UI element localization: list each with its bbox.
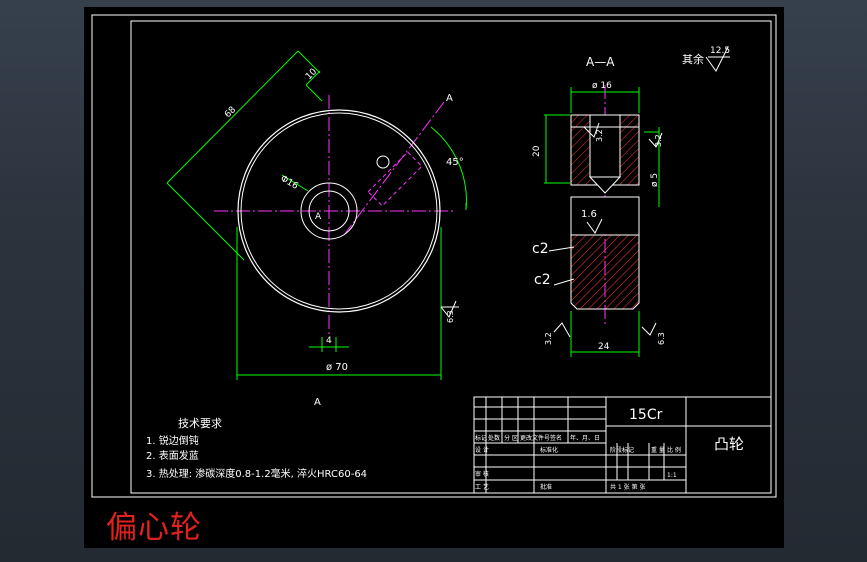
drawing-sheet: 68 10 45° Φ16 ø 70 4 6.3 A A A A—A ø 16 … <box>84 7 784 548</box>
req-item-1: 1. 锐边倒钝 <box>146 434 199 447</box>
sheets-label: 共 1 张 第 张 <box>610 483 645 491</box>
inner-border <box>130 20 772 494</box>
roughness-top-right: 3.2 <box>654 134 663 147</box>
dim-phi70: ø 70 <box>326 362 348 373</box>
roughness-mid: 1.6 <box>581 209 597 220</box>
row-shenhe: 审 核 <box>475 470 489 478</box>
hdr-wenjian: 更改文件号签名 <box>520 434 562 442</box>
hdr-biaoji: 标记 <box>475 434 487 442</box>
chamfer-label-2: c2 <box>534 272 551 288</box>
general-roughness: 其余 12.5 <box>682 46 730 72</box>
hdr-date: 年、月、日 <box>570 434 600 442</box>
dim-68: 68 <box>223 105 238 120</box>
part-name: 凸轮 <box>714 435 744 453</box>
row-biaozhunhua: 标准化 <box>540 446 558 454</box>
hdr-fenqu: 分 区 <box>504 434 518 442</box>
row-sheji: 设 计 <box>475 446 489 454</box>
dim-phi16-side: ø 16 <box>592 81 612 91</box>
dim-angle: 45° <box>446 157 464 168</box>
drawing-caption: 偏心轮 <box>106 510 202 546</box>
bili-label: 比 例 <box>667 446 681 454</box>
dim-24: 24 <box>598 342 610 352</box>
front-view: 68 10 45° Φ16 ø 70 4 6.3 A A A <box>166 50 467 408</box>
cut-label-bottom: A <box>314 397 321 408</box>
roughness-bottom-left: 3.2 <box>544 332 553 345</box>
hdr-chushu: 处数 <box>488 434 500 442</box>
dim-phi5: ø 5 <box>650 173 660 187</box>
tech-requirements: 技术要求 1. 锐边倒钝 2. 表面发蓝 3. 热处理: 渗碳深度0.8-1.2… <box>146 417 367 480</box>
cad-drawing: 68 10 45° Φ16 ø 70 4 6.3 A A A A—A ø 16 … <box>91 14 777 498</box>
dim-10: 10 <box>304 67 319 82</box>
section-view: A—A ø 16 20 ø 5 24 c2 c2 1.6 3.2 3.2 6.3… <box>532 55 666 357</box>
qiyu-label: 其余 <box>682 52 704 66</box>
zhongliang-label: 重 量 <box>651 446 665 454</box>
roughness-front-right: 6.3 <box>446 310 455 323</box>
chamfer-label-1: c2 <box>532 241 549 257</box>
row-gongyi: 工 艺 <box>475 483 489 491</box>
dim-phi16-front: Φ16 <box>279 174 300 192</box>
dim-20: 20 <box>532 145 542 157</box>
req-title: 技术要求 <box>178 417 222 430</box>
req-item-2: 2. 表面发蓝 <box>146 449 199 462</box>
roughness-bottom-right: 6.3 <box>657 332 666 345</box>
dim-4: 4 <box>326 336 332 346</box>
material: 15Cr <box>629 407 663 423</box>
title-block-text: 15Cr 凸轮 标记 处数 分 区 更改文件号签名 年、月、日 设 计 标准化 … <box>475 407 744 491</box>
center-label: A <box>315 212 322 222</box>
qiyu-value: 12.5 <box>710 46 730 56</box>
section-title: A—A <box>586 55 615 69</box>
scale-value: 1:1 <box>667 472 677 479</box>
req-item-3: 3. 热处理: 渗碳深度0.8-1.2毫米, 淬火HRC60-64 <box>146 467 367 480</box>
jieduan-label: 阶段标记 <box>610 446 634 454</box>
row-pizhun: 批准 <box>540 483 552 491</box>
roughness-top-center: 3.2 <box>595 129 604 142</box>
cut-label-top: A <box>446 93 453 104</box>
